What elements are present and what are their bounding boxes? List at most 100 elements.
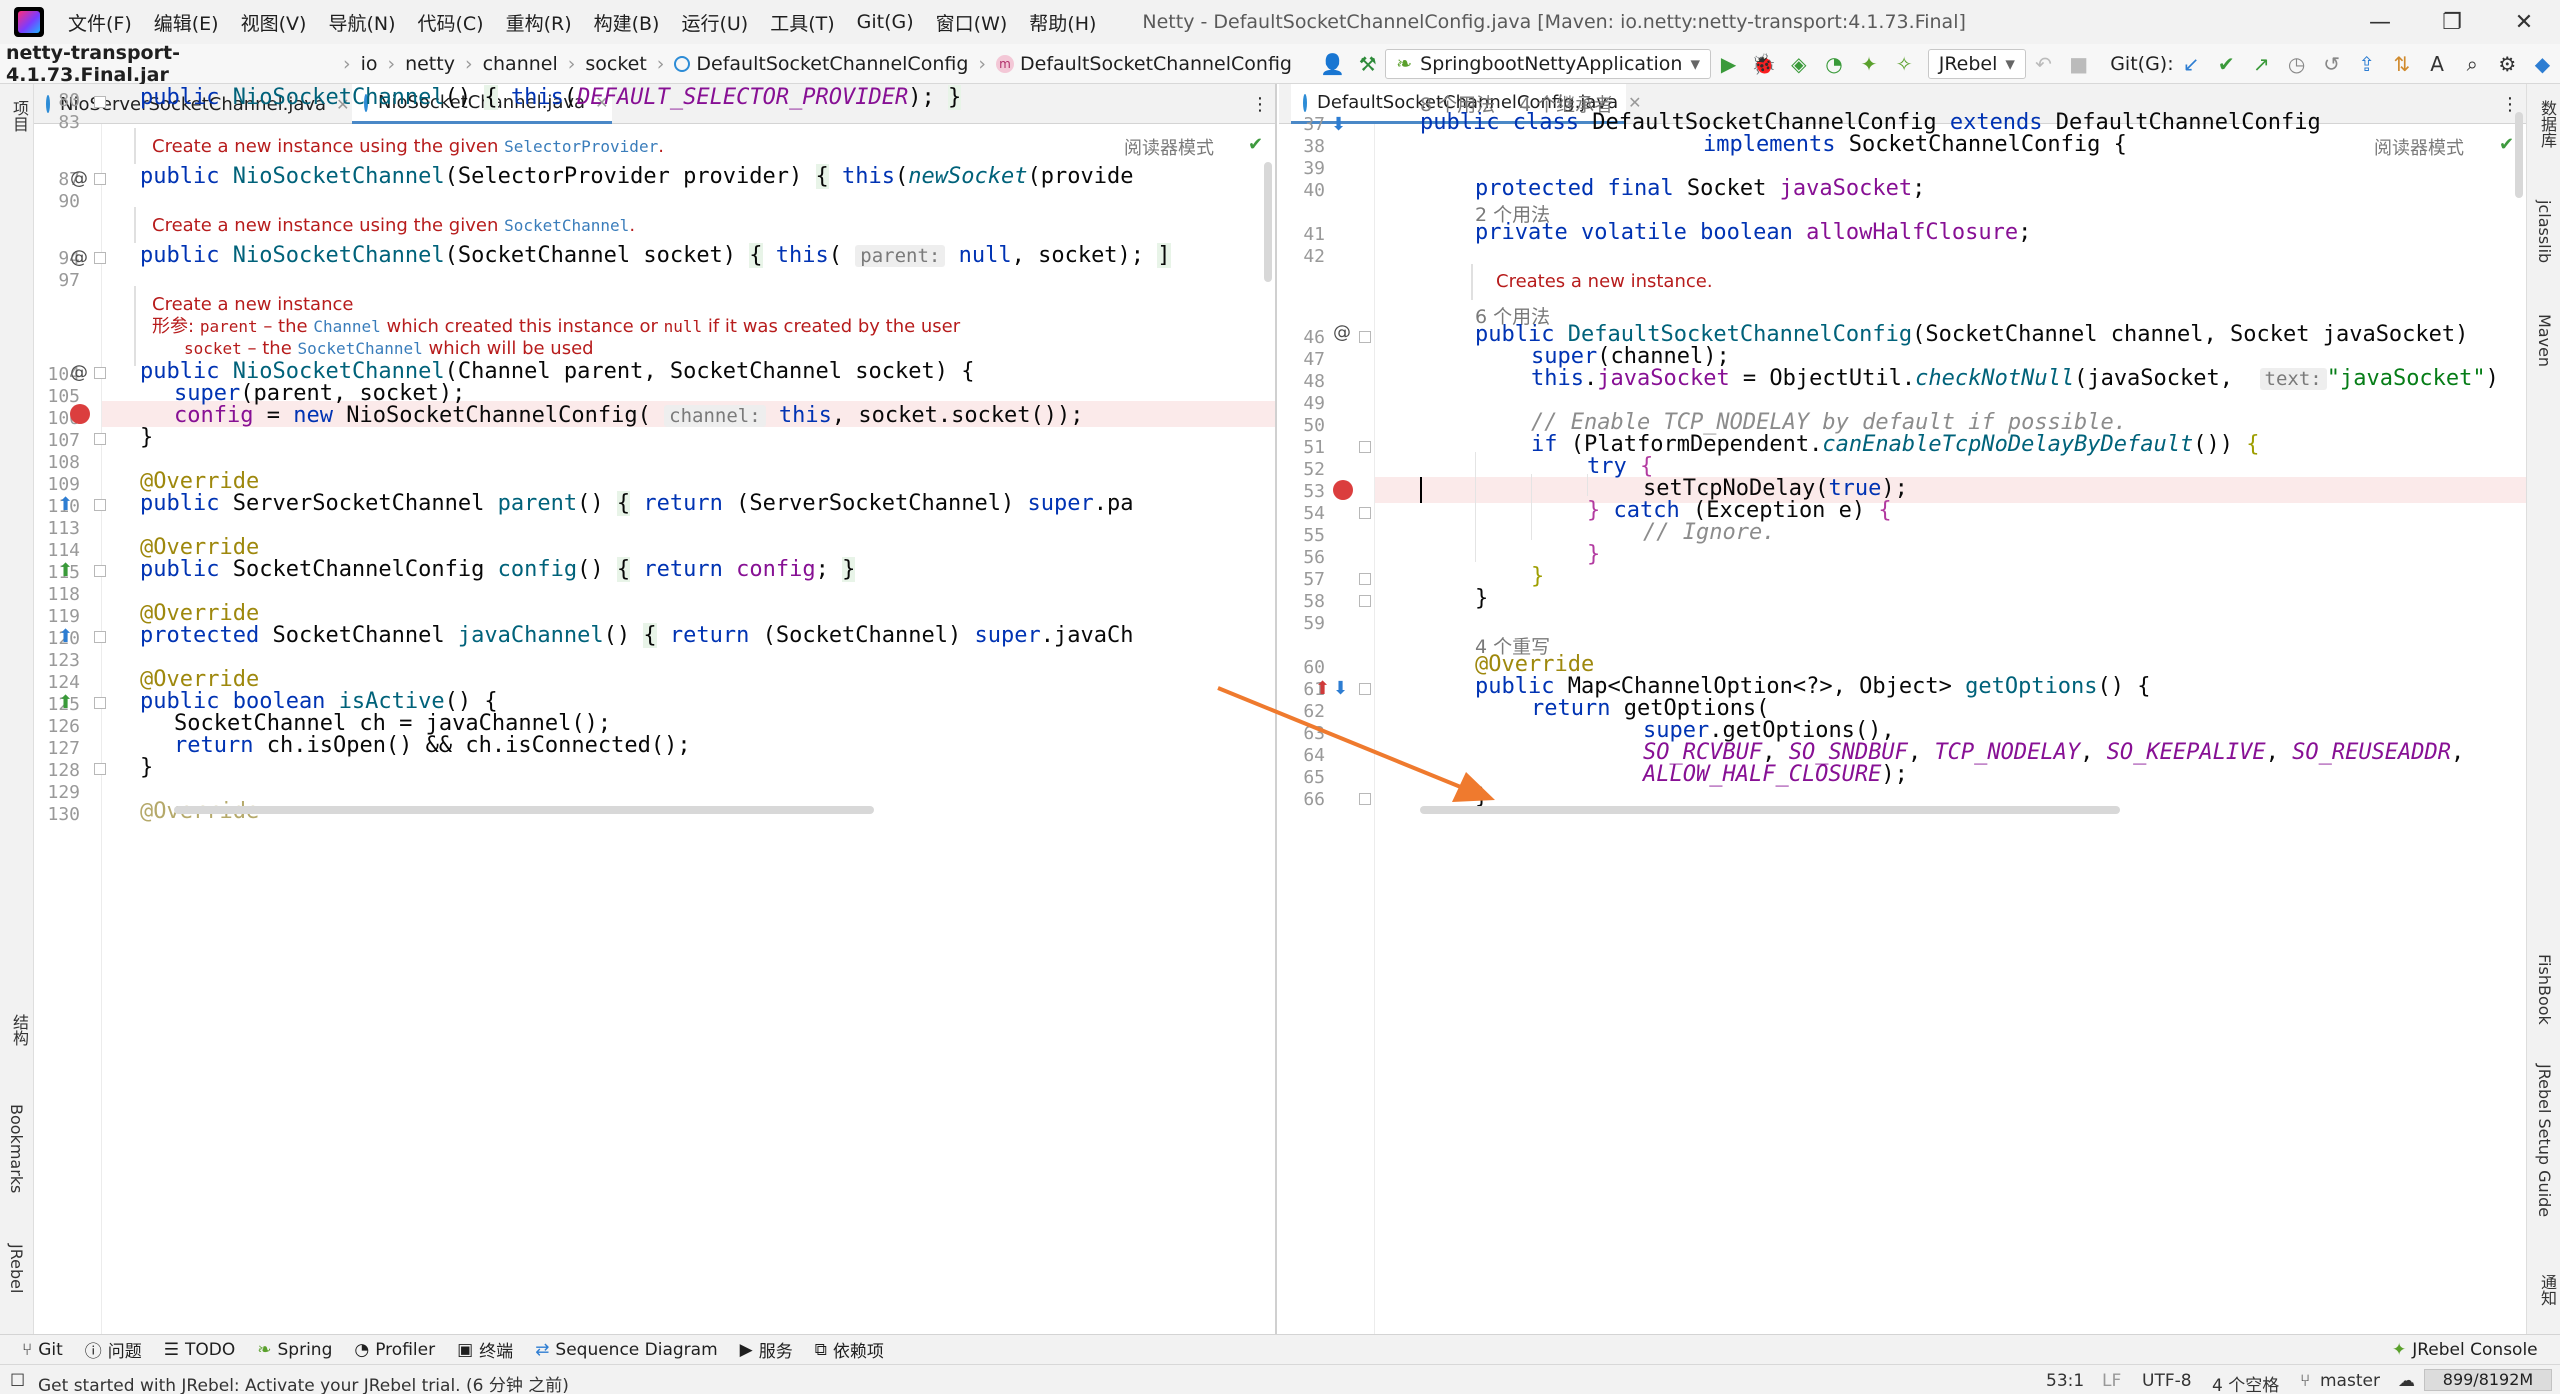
tool-fishbook[interactable]: FishBook: [2535, 954, 2554, 1025]
line-number[interactable]: 54: [1279, 503, 1325, 524]
implements-icon[interactable]: ⬆: [58, 692, 73, 713]
line-number[interactable]: 129: [34, 782, 80, 803]
fold-marker-icon[interactable]: [94, 499, 106, 511]
breakpoint-icon[interactable]: [1333, 480, 1353, 500]
line-number[interactable]: 41: [1279, 224, 1325, 245]
ide-logo-icon[interactable]: ◆: [2528, 49, 2557, 79]
line-number[interactable]: 115: [34, 562, 80, 583]
tool-project[interactable]: 项目: [7, 100, 31, 132]
history-icon[interactable]: ◷: [2282, 49, 2311, 79]
breadcrumb-socket[interactable]: socket: [579, 53, 652, 75]
line-number[interactable]: 105: [34, 386, 80, 407]
fold-marker-icon[interactable]: [94, 367, 106, 379]
code-line-87[interactable]: public NioSocketChannel(SelectorProvider…: [140, 162, 1133, 192]
code-line-127[interactable]: return ch.isOpen() && ch.isConnected();: [174, 731, 691, 761]
breadcrumb-class[interactable]: DefaultSocketChannelConfig: [668, 53, 974, 75]
tool-bookmarks[interactable]: Bookmarks: [7, 1104, 26, 1193]
run-configuration-select[interactable]: ❧ SpringbootNettyApplication ▾: [1385, 48, 1711, 79]
search-icon[interactable]: ⌕: [2458, 49, 2487, 79]
tab-overflow-menu-icon[interactable]: ⋮: [1239, 84, 1269, 124]
menu-git[interactable]: Git(G): [857, 11, 914, 33]
tool-jrebel[interactable]: JRebel: [7, 1244, 26, 1293]
code-line-120[interactable]: protected SocketChannel javaChannel() { …: [140, 621, 1133, 651]
horizontal-scrollbar[interactable]: [1420, 806, 2120, 814]
inspection-ok-icon[interactable]: ✔: [2499, 134, 2514, 155]
line-number[interactable]: 66: [1279, 789, 1325, 810]
code-line-94[interactable]: public NioSocketChannel(SocketChannel so…: [140, 241, 1171, 271]
stop-icon[interactable]: ■: [2064, 49, 2093, 79]
vertical-scrollbar[interactable]: [2515, 112, 2523, 198]
menu-view[interactable]: 视图(V): [241, 9, 307, 36]
reader-mode-label[interactable]: 阅读器模式: [1124, 134, 1214, 160]
line-number[interactable]: 126: [34, 716, 80, 737]
fold-marker-icon[interactable]: [94, 631, 106, 643]
user-icon[interactable]: 👤: [1318, 49, 1347, 79]
code-line-41[interactable]: private volatile boolean allowHalfClosur…: [1475, 218, 2031, 248]
line-number[interactable]: 107: [34, 430, 80, 451]
line-number[interactable]: 90: [34, 191, 80, 212]
implements-icon[interactable]: ⬆: [58, 560, 73, 581]
line-number[interactable]: 124: [34, 672, 80, 693]
fold-marker-icon[interactable]: [94, 565, 106, 577]
menu-build[interactable]: 构建(B): [594, 9, 660, 36]
code-line-58[interactable]: }: [1475, 584, 1488, 614]
override-at-icon[interactable]: @: [70, 168, 88, 189]
coverage-icon[interactable]: ◈: [1784, 49, 1813, 79]
menu-refactor[interactable]: 重构(R): [506, 9, 572, 36]
line-number[interactable]: 108: [34, 452, 80, 473]
line-number[interactable]: 51: [1279, 437, 1325, 458]
update-icon[interactable]: ↶: [2029, 49, 2058, 79]
line-number[interactable]: 39: [1279, 158, 1325, 179]
line-number[interactable]: 46: [1279, 327, 1325, 348]
memory-indicator[interactable]: 899/8192M: [2424, 1369, 2552, 1391]
implements-down-icon[interactable]: ⬇: [1333, 678, 1348, 699]
code-line-107[interactable]: }: [140, 423, 153, 453]
line-number[interactable]: 59: [1279, 613, 1325, 634]
translate-icon[interactable]: A: [2422, 49, 2451, 79]
line-number[interactable]: 83: [34, 112, 80, 133]
close-window-icon[interactable]: ✕: [2494, 0, 2554, 44]
code-line-55[interactable]: // Ignore.: [1643, 518, 1775, 548]
line-number[interactable]: 64: [1279, 745, 1325, 766]
line-number[interactable]: 37: [1279, 114, 1325, 135]
fold-marker-icon[interactable]: [94, 697, 106, 709]
tool-terminal[interactable]: ▣ 终端: [457, 1337, 513, 1363]
line-number[interactable]: 63: [1279, 723, 1325, 744]
line-number[interactable]: 57: [1279, 569, 1325, 590]
tool-jrebel-console[interactable]: ✦ JRebel Console: [2392, 1340, 2538, 1360]
status-notification-icon[interactable]: ☐: [10, 1371, 25, 1391]
git-update-icon[interactable]: ↙: [2177, 49, 2206, 79]
line-separator[interactable]: LF: [2102, 1371, 2121, 1391]
line-number[interactable]: 40: [1279, 180, 1325, 201]
fold-marker-icon[interactable]: [1359, 331, 1371, 343]
breakpoint-icon[interactable]: [70, 404, 90, 424]
minimize-icon[interactable]: —: [2350, 0, 2410, 44]
overrides-up-icon[interactable]: ⬆: [58, 626, 73, 647]
line-number[interactable]: 47: [1279, 349, 1325, 370]
line-number[interactable]: 60: [1279, 657, 1325, 678]
fold-marker-icon[interactable]: [94, 763, 106, 775]
line-number[interactable]: 49: [1279, 393, 1325, 414]
fold-marker-icon[interactable]: [94, 96, 106, 108]
jrebel-select[interactable]: JRebel ▾: [1927, 48, 2026, 79]
git-branch[interactable]: master: [2320, 1371, 2380, 1391]
breadcrumb-netty[interactable]: netty: [399, 53, 461, 75]
tool-problems[interactable]: ⓘ 问题: [85, 1337, 142, 1362]
tool-sequence-diagram[interactable]: ⇄ Sequence Diagram: [535, 1340, 718, 1360]
tool-services[interactable]: ▶ 服务: [740, 1337, 793, 1363]
fold-marker-icon[interactable]: [94, 173, 106, 185]
line-number[interactable]: 52: [1279, 459, 1325, 480]
fold-marker-icon[interactable]: [1359, 573, 1371, 585]
line-number[interactable]: 65: [1279, 767, 1325, 788]
code-line-128[interactable]: }: [140, 753, 153, 783]
code-line-65[interactable]: ALLOW_HALF_CLOSURE);: [1643, 760, 1908, 790]
line-number[interactable]: 130: [34, 804, 80, 825]
indent-setting[interactable]: 4 个空格: [2212, 1371, 2279, 1394]
git-commit-icon[interactable]: ✔: [2212, 49, 2241, 79]
file-encoding[interactable]: UTF-8: [2142, 1371, 2192, 1391]
sort-icon[interactable]: ⇅: [2387, 49, 2416, 79]
fold-marker-icon[interactable]: [1359, 507, 1371, 519]
caret-position[interactable]: 53:1: [2046, 1371, 2084, 1391]
tool-database[interactable]: 数据库: [2535, 100, 2559, 148]
menu-edit[interactable]: 编辑(E): [154, 9, 219, 36]
